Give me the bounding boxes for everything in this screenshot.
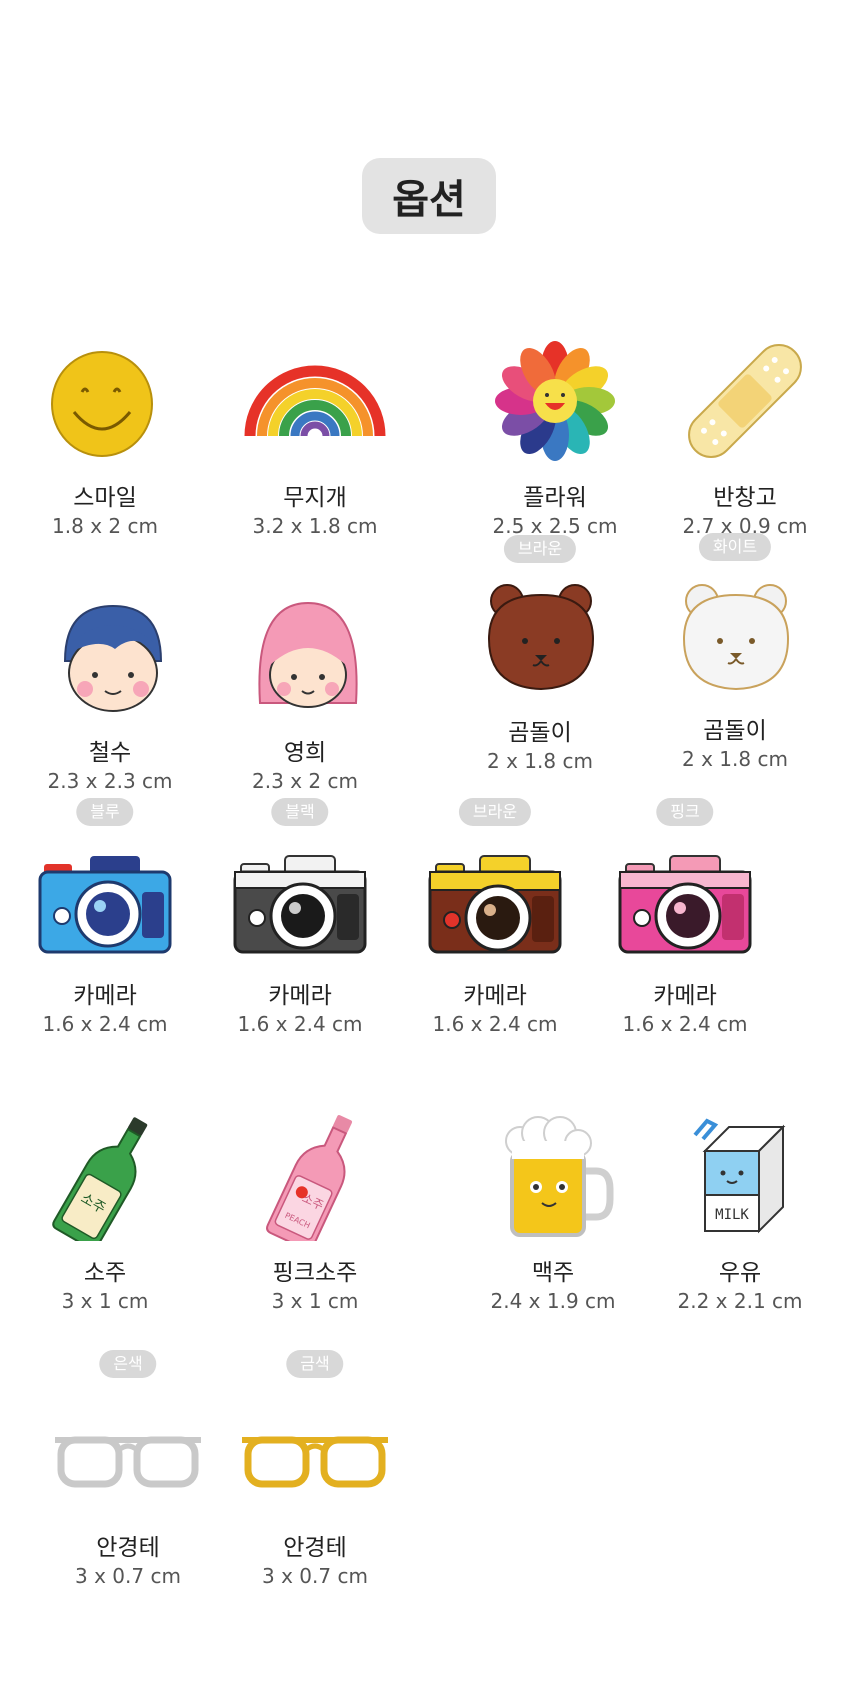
color-tag: 블루	[76, 798, 134, 826]
color-tag: 금색	[286, 1350, 344, 1378]
page-title: 옵션	[362, 158, 496, 234]
option-size: 3 x 1 cm	[271, 1289, 359, 1313]
gold-glasses-pin-icon	[240, 1386, 390, 1516]
brown-bear-pin-icon	[465, 571, 615, 701]
option-item-boy[interactable]: 철수 2.3 x 2.3 cm	[10, 555, 210, 793]
option-item-soju[interactable]: 소주 소주 3 x 1 cm	[5, 1075, 205, 1313]
option-size: 3 x 0.7 cm	[262, 1564, 368, 1588]
option-item-brown-bear[interactable]: 브라운 곰돌이 2 x 1.8 cm	[440, 535, 640, 773]
option-name: 카메라	[73, 983, 137, 1009]
option-size: 2 x 1.8 cm	[682, 747, 788, 771]
option-name: 곰돌이	[508, 720, 572, 746]
option-size: 2 x 1.8 cm	[487, 749, 593, 773]
option-name: 맥주	[531, 1260, 575, 1286]
option-item-pink-camera[interactable]: 핑크 카메라 1.6 x 2.4 cm	[585, 798, 785, 1036]
option-name: 카메라	[653, 983, 717, 1009]
option-item-flower[interactable]: 플라워 2.5 x 2.5 cm	[455, 300, 655, 538]
option-name: 영희	[283, 740, 327, 766]
color-tag: 은색	[99, 1350, 157, 1378]
option-name: 안경테	[96, 1535, 160, 1561]
soju-bottle-pin-icon: 소주	[30, 1111, 180, 1241]
pink-camera-pin-icon	[610, 834, 760, 964]
option-item-pink-soju[interactable]: 소주 PEACH 핑크소주 3 x 1 cm	[215, 1075, 415, 1313]
option-item-girl[interactable]: 영희 2.3 x 2 cm	[205, 555, 405, 793]
color-tag: 브라운	[458, 798, 532, 826]
rainbow-pin-icon	[240, 336, 390, 466]
option-size: 1.6 x 2.4 cm	[237, 1012, 363, 1036]
option-size: 2.3 x 2.3 cm	[47, 769, 173, 793]
option-item-smile[interactable]: 스마일 1.8 x 2 cm	[5, 300, 205, 538]
boy-pin-icon	[35, 591, 185, 721]
black-camera-pin-icon	[225, 834, 375, 964]
option-name: 반창고	[713, 485, 777, 511]
white-bear-pin-icon	[660, 569, 810, 699]
option-size: 2.4 x 1.9 cm	[490, 1289, 616, 1313]
smile-pin-icon	[30, 336, 180, 466]
brown-camera-pin-icon	[420, 834, 570, 964]
option-name: 카메라	[268, 983, 332, 1009]
option-name: 카메라	[463, 983, 527, 1009]
silver-glasses-pin-icon	[53, 1386, 203, 1516]
color-tag: 블랙	[271, 798, 329, 826]
option-name: 안경테	[283, 1535, 347, 1561]
option-item-bandage[interactable]: 반창고 2.7 x 0.9 cm	[645, 300, 845, 538]
option-size: 3 x 0.7 cm	[75, 1564, 181, 1588]
option-item-rainbow[interactable]: 무지개 3.2 x 1.8 cm	[215, 300, 415, 538]
color-tag: 핑크	[656, 798, 714, 826]
option-item-blue-camera[interactable]: 블루 카메라 1.6 x 2.4 cm	[5, 798, 205, 1036]
option-item-milk[interactable]: MILK 우유 2.2 x 2.1 cm	[640, 1075, 840, 1313]
option-item-black-camera[interactable]: 블랙 카메라 1.6 x 2.4 cm	[200, 798, 400, 1036]
option-item-gold-glasses[interactable]: 금색 안경테 3 x 0.7 cm	[215, 1350, 415, 1588]
option-size: 1.8 x 2 cm	[52, 514, 158, 538]
option-item-silver-glasses[interactable]: 은색 안경테 3 x 0.7 cm	[28, 1350, 228, 1588]
option-name: 철수	[88, 740, 132, 766]
option-item-beer[interactable]: 맥주 2.4 x 1.9 cm	[453, 1075, 653, 1313]
option-size: 3 x 1 cm	[61, 1289, 149, 1313]
flower-pin-icon	[480, 336, 630, 466]
option-name: 소주	[83, 1260, 127, 1286]
option-name: 스마일	[73, 485, 137, 511]
option-name: 플라워	[523, 485, 587, 511]
blue-camera-pin-icon	[30, 834, 180, 964]
milk-carton-pin-icon: MILK	[665, 1111, 815, 1241]
option-name: 곰돌이	[703, 718, 767, 744]
beer-mug-pin-icon	[478, 1111, 628, 1241]
option-item-white-bear[interactable]: 화이트 곰돌이 2 x 1.8 cm	[635, 533, 835, 771]
milk-label-text: MILK	[715, 1207, 749, 1223]
option-name: 핑크소주	[272, 1260, 358, 1286]
option-size: 2.3 x 2 cm	[252, 769, 358, 793]
option-item-brown-camera[interactable]: 브라운 카메라 1.6 x 2.4 cm	[395, 798, 595, 1036]
pink-soju-bottle-pin-icon: 소주 PEACH	[240, 1111, 390, 1241]
option-size: 1.6 x 2.4 cm	[622, 1012, 748, 1036]
color-tag: 브라운	[503, 535, 577, 563]
option-name: 우유	[718, 1260, 762, 1286]
option-size: 1.6 x 2.4 cm	[432, 1012, 558, 1036]
girl-pin-icon	[230, 591, 380, 721]
option-size: 1.6 x 2.4 cm	[42, 1012, 168, 1036]
option-name: 무지개	[283, 485, 347, 511]
option-size: 3.2 x 1.8 cm	[252, 514, 378, 538]
bandage-pin-icon	[670, 336, 820, 466]
color-tag: 화이트	[698, 533, 772, 561]
option-size: 2.2 x 2.1 cm	[677, 1289, 803, 1313]
